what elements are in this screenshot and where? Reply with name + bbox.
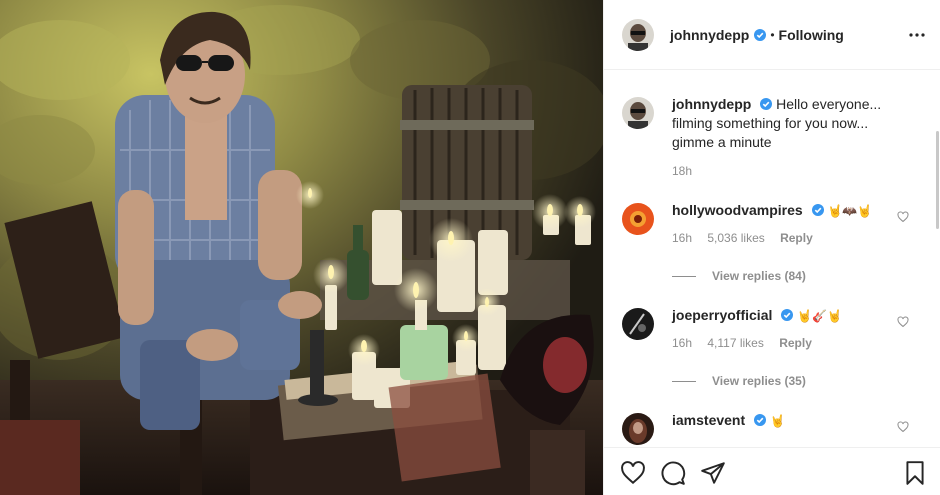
- verified-badge-icon: [754, 28, 767, 41]
- post-caption: johnnydepp Hello everyone... filming som…: [622, 95, 902, 178]
- post-photo[interactable]: [0, 0, 603, 495]
- post-header: johnnydepp • Following: [604, 0, 940, 70]
- scrollbar[interactable]: [936, 131, 939, 229]
- verified-badge-icon: [760, 98, 773, 110]
- post-sidebar: johnnydepp • Following johnnydepp Hello …: [603, 0, 940, 495]
- action-bar: [604, 447, 940, 495]
- post-image: [0, 0, 603, 495]
- comment-time[interactable]: 16h: [672, 231, 692, 245]
- author-avatar[interactable]: [622, 18, 654, 51]
- commenter-avatar[interactable]: [622, 413, 654, 445]
- heart-icon[interactable]: [897, 211, 909, 223]
- author-avatar[interactable]: [622, 97, 654, 129]
- comment-username[interactable]: joeperryofficial: [672, 307, 772, 323]
- comment-text: 🤘: [769, 414, 785, 428]
- verified-badge-icon: [754, 414, 767, 426]
- heart-icon[interactable]: [897, 316, 909, 328]
- comment-item: hollywoodvampires 🤘🦇🤘 16h 5,036 likes Re…: [622, 201, 902, 245]
- view-replies-label[interactable]: View replies (35): [712, 374, 806, 388]
- bookmark-icon[interactable]: [902, 460, 928, 486]
- follow-button[interactable]: Following: [779, 27, 844, 43]
- view-replies-button[interactable]: View replies (84): [672, 269, 806, 283]
- verified-badge-icon: [781, 309, 794, 321]
- comments-list[interactable]: johnnydepp Hello everyone... filming som…: [604, 71, 940, 447]
- heart-icon[interactable]: [620, 460, 646, 486]
- comment-username[interactable]: iamstevent: [672, 412, 745, 428]
- share-icon[interactable]: [700, 460, 726, 486]
- comment-text: 🤘🦇🤘: [827, 204, 873, 218]
- reply-button[interactable]: Reply: [779, 336, 812, 350]
- verified-badge-icon: [811, 204, 824, 216]
- replies-divider-line: [672, 380, 696, 382]
- caption-username[interactable]: johnnydepp: [672, 96, 751, 112]
- comment-likes[interactable]: 5,036 likes: [707, 231, 764, 245]
- author-username[interactable]: johnnydepp: [670, 27, 749, 43]
- heart-icon[interactable]: [897, 421, 909, 433]
- comment-likes[interactable]: 4,117 likes: [707, 336, 763, 350]
- comment-username[interactable]: hollywoodvampires: [672, 202, 803, 218]
- comment-icon[interactable]: [660, 460, 686, 486]
- view-replies-label[interactable]: View replies (84): [712, 269, 806, 283]
- separator-dot: •: [770, 27, 775, 42]
- comment-time[interactable]: 16h: [672, 336, 692, 350]
- caption-time[interactable]: 18h: [672, 164, 692, 178]
- commenter-avatar[interactable]: [622, 308, 654, 340]
- view-replies-button[interactable]: View replies (35): [672, 374, 806, 388]
- reply-button[interactable]: Reply: [780, 231, 813, 245]
- comment-item: joeperryofficial 🤘🎸🤘 16h 4,117 likes Rep…: [622, 306, 902, 350]
- commenter-avatar[interactable]: [622, 203, 654, 235]
- comment-item: iamstevent 🤘: [622, 411, 902, 445]
- more-options-icon[interactable]: [907, 25, 927, 45]
- replies-divider-line: [672, 275, 696, 277]
- comment-text: 🤘🎸🤘: [797, 309, 842, 323]
